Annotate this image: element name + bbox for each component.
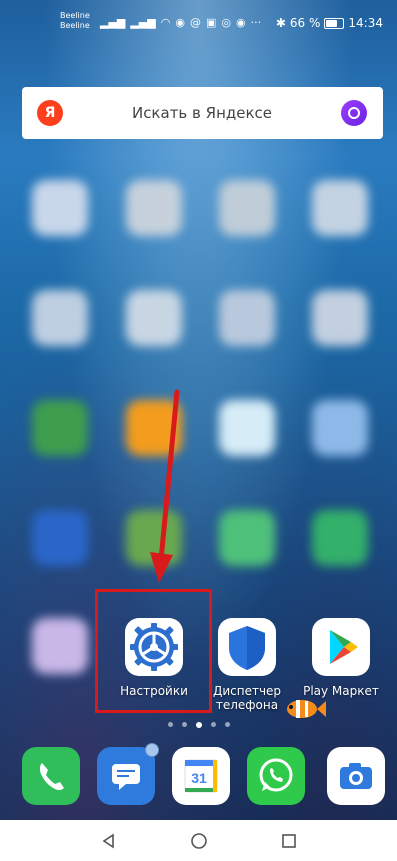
page-dot-active[interactable] [195, 721, 202, 728]
whatsapp-app[interactable] [247, 747, 305, 805]
navigation-bar [0, 820, 397, 861]
back-button[interactable] [99, 831, 119, 851]
play-store-icon [312, 618, 370, 676]
app-label: Настройки [120, 684, 188, 698]
whatsapp-icon [259, 758, 293, 792]
app-settings[interactable]: Настройки [114, 618, 194, 698]
calendar-date: 31 [191, 770, 207, 786]
dock: 31 [0, 743, 397, 807]
home-circle-icon [190, 832, 207, 849]
page-dot[interactable] [210, 722, 216, 727]
calendar-icon: 31 [184, 759, 218, 793]
recent-square-icon [281, 833, 296, 848]
page-dot[interactable] [181, 722, 187, 727]
camera-icon [340, 763, 372, 789]
page-dot[interactable] [167, 722, 173, 727]
red-arrow [150, 389, 180, 583]
settings-gear-icon [125, 618, 183, 676]
message-icon [112, 764, 140, 790]
phone-app[interactable] [22, 747, 80, 805]
page-dot[interactable] [224, 722, 230, 727]
app-label: Диспетчер телефона [212, 684, 282, 712]
app-play-market[interactable]: Play Маркет [301, 618, 381, 698]
page-indicator [0, 721, 397, 728]
camera-app[interactable] [327, 747, 385, 805]
back-triangle-icon [102, 833, 114, 848]
home-screen: Beeline Beeline ▂▄▆ ▂▄▆ ◠ ◉ @ ▣ ◎ ◉ ··· … [0, 0, 397, 861]
calendar-app[interactable]: 31 [172, 747, 230, 805]
messages-app[interactable] [97, 743, 159, 805]
shield-icon [218, 618, 276, 676]
notification-badge [145, 743, 159, 757]
home-button[interactable] [189, 831, 209, 851]
phone-icon [39, 763, 64, 791]
fish-decoration [287, 700, 326, 718]
app-phone-manager[interactable]: Диспетчер телефона [207, 618, 287, 712]
recent-apps-button[interactable] [279, 831, 299, 851]
